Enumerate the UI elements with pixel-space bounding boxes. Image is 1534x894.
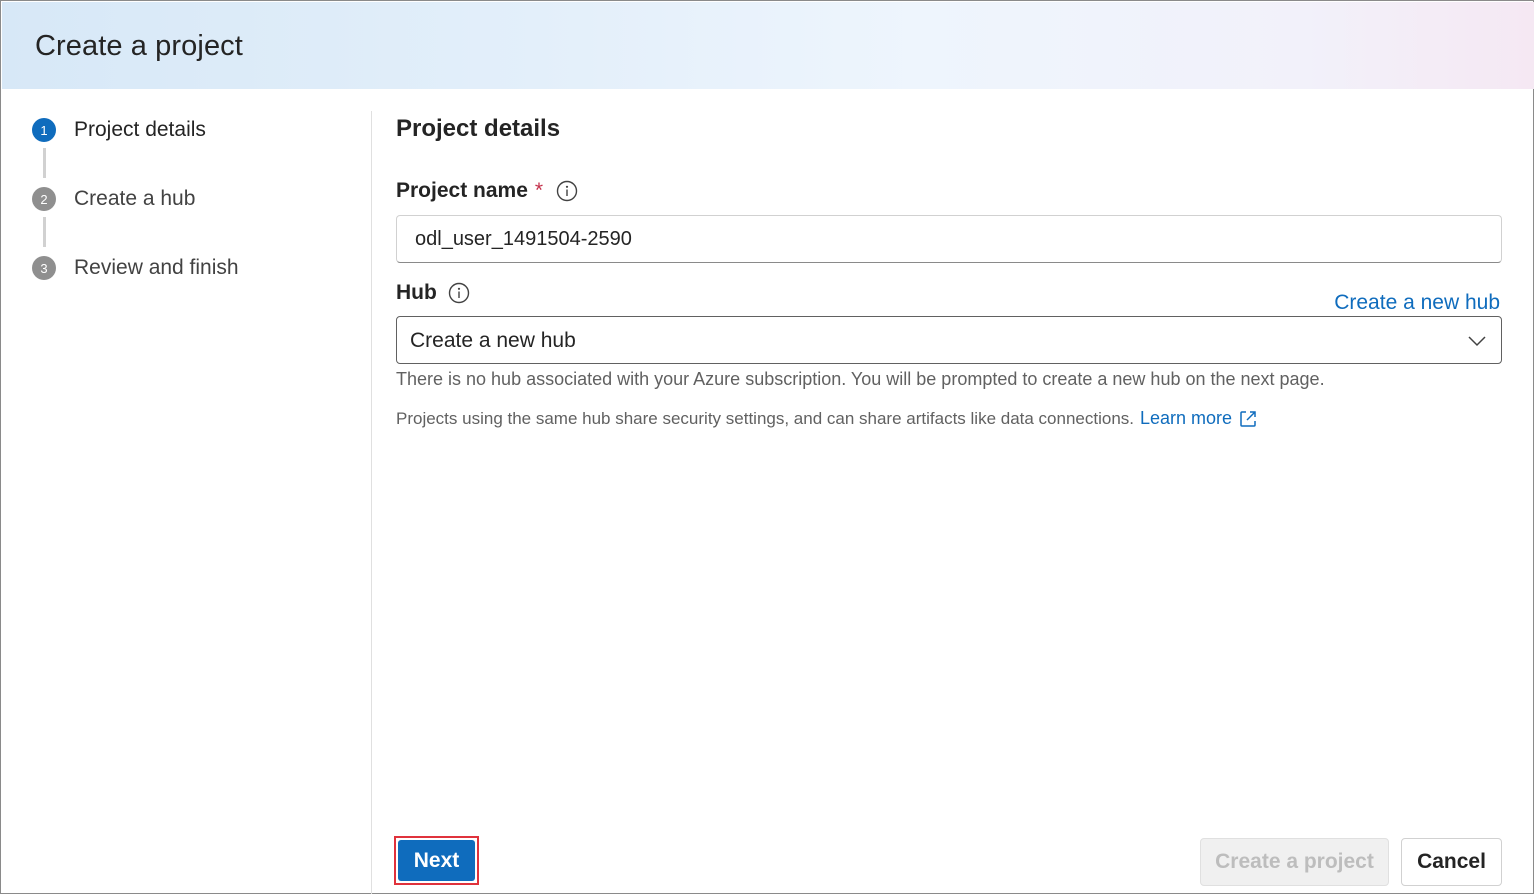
- hub-note-text: Projects using the same hub share securi…: [396, 408, 1135, 428]
- step-2-indicator: 2: [32, 187, 56, 211]
- create-project-button[interactable]: Create a project: [1200, 838, 1389, 886]
- dialog-header: Create a project: [2, 2, 1534, 89]
- next-button-highlight: Next: [394, 836, 479, 885]
- hub-dropdown[interactable]: Create a new hub: [396, 316, 1502, 364]
- project-name-label-text: Project name: [396, 179, 528, 202]
- section-title: Project details: [396, 115, 561, 142]
- external-link-icon[interactable]: [1238, 409, 1258, 429]
- create-project-dialog: Create a project 1 Project details 2 Cre…: [0, 0, 1534, 894]
- info-icon[interactable]: [448, 282, 470, 304]
- step-review-finish[interactable]: 3 Review and finish: [32, 256, 239, 280]
- hub-label-text: Hub: [396, 281, 437, 304]
- step-connector: [43, 148, 46, 178]
- step-2-label: Create a hub: [74, 187, 196, 210]
- step-1-label: Project details: [74, 118, 206, 141]
- step-3-label: Review and finish: [74, 256, 239, 279]
- project-name-input[interactable]: odl_user_1491504-2590: [396, 215, 1502, 263]
- project-name-label: Project name *: [396, 179, 578, 203]
- hub-info-note: Projects using the same hub share securi…: [396, 408, 1258, 429]
- step-3-indicator: 3: [32, 256, 56, 280]
- learn-more-link[interactable]: Learn more: [1140, 408, 1232, 429]
- cancel-button[interactable]: Cancel: [1401, 838, 1502, 886]
- create-new-hub-link[interactable]: Create a new hub: [1334, 291, 1500, 315]
- hub-selected-value: Create a new hub: [410, 329, 576, 352]
- hub-helper-text: There is no hub associated with your Azu…: [396, 369, 1325, 389]
- step-project-details[interactable]: 1 Project details: [32, 118, 206, 142]
- info-icon[interactable]: [556, 180, 578, 202]
- step-create-hub[interactable]: 2 Create a hub: [32, 187, 195, 211]
- dialog-title: Create a project: [35, 30, 243, 62]
- chevron-down-icon: [1468, 336, 1486, 347]
- hub-label: Hub: [396, 281, 470, 305]
- next-button[interactable]: Next: [398, 840, 475, 881]
- panel-divider: [371, 111, 372, 894]
- step-connector: [43, 217, 46, 247]
- step-1-indicator: 1: [32, 118, 56, 142]
- required-marker: *: [534, 179, 544, 202]
- project-name-value: odl_user_1491504-2590: [415, 228, 632, 250]
